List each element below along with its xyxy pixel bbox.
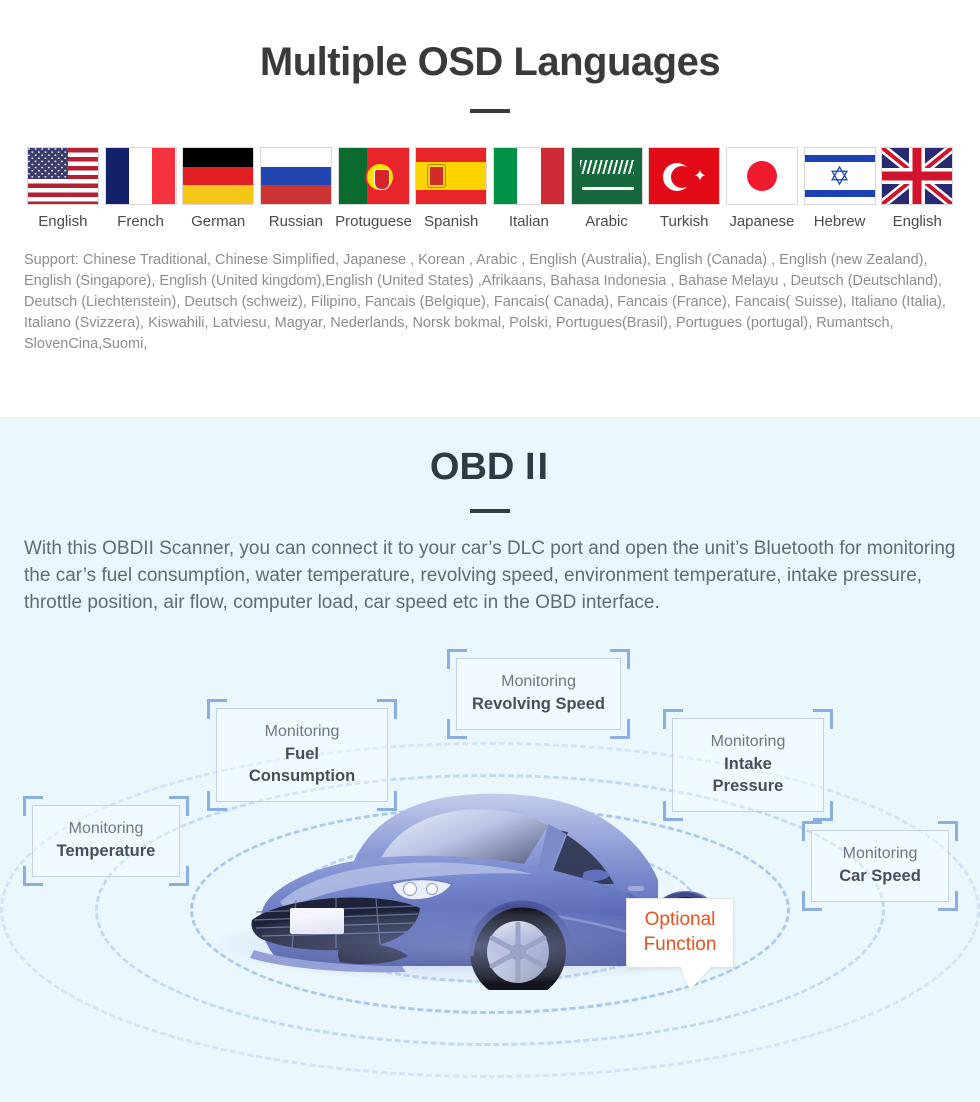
flag-it-icon xyxy=(492,147,565,205)
flag-item-french: French xyxy=(102,147,180,230)
obd-title-divider xyxy=(470,509,510,513)
flag-item-english-us: English xyxy=(24,147,102,230)
corner-bracket-icon xyxy=(610,649,630,669)
corner-bracket-icon xyxy=(207,699,227,719)
languages-section: Multiple OSD Languages English French Ge xyxy=(0,0,980,417)
callout-name: Revolving Speed xyxy=(472,695,605,713)
flag-label: Japanese xyxy=(729,213,795,230)
callout-temperature: Monitoring Temperature xyxy=(23,796,189,886)
flag-il-icon: ✡ xyxy=(803,147,876,205)
obd-title-main: OBD xyxy=(429,446,515,488)
flag-item-german: German xyxy=(179,147,257,230)
corner-bracket-icon xyxy=(23,866,43,886)
callout-name: Fuel Consumption xyxy=(248,745,356,785)
callout-name: Car Speed xyxy=(839,867,921,885)
callout-revolving-speed: Monitoring Revolving Speed xyxy=(447,649,630,739)
flag-label: English xyxy=(38,213,88,230)
flag-label: Spanish xyxy=(424,213,479,230)
corner-bracket-icon xyxy=(802,891,822,911)
flag-item-hebrew: ✡ Hebrew xyxy=(801,147,879,230)
corner-bracket-icon xyxy=(447,719,467,739)
bubble-line-2: Function xyxy=(643,934,717,955)
flag-gb-icon xyxy=(881,147,954,205)
flag-label: German xyxy=(191,213,246,230)
flag-item-english-uk: English xyxy=(878,147,956,230)
callout-name: Intake Pressure xyxy=(712,755,784,795)
flag-jp-icon xyxy=(725,147,798,205)
flag-fr-icon xyxy=(104,147,177,205)
flag-ru-icon xyxy=(259,147,332,205)
obd-description: With this OBDII Scanner, you can connect… xyxy=(24,538,956,613)
corner-bracket-icon xyxy=(813,709,833,729)
flag-item-italian: Italian xyxy=(490,147,568,230)
callout-car-speed: Monitoring Car Speed xyxy=(802,821,958,911)
corner-bracket-icon xyxy=(813,801,833,821)
callout-intake-pressure: Monitoring Intake Pressure xyxy=(663,709,833,821)
flag-item-turkish: ✦ Turkish xyxy=(645,147,723,230)
callout-prefix: Monitoring xyxy=(710,733,786,750)
flag-label: English xyxy=(892,213,942,230)
corner-bracket-icon xyxy=(447,649,467,669)
corner-bracket-icon xyxy=(938,891,958,911)
flag-label: Arabic xyxy=(585,213,628,230)
flag-label: French xyxy=(117,213,164,230)
flag-tr-icon: ✦ xyxy=(648,147,721,205)
corner-bracket-icon xyxy=(23,796,43,816)
corner-bracket-icon xyxy=(377,699,397,719)
flag-item-arabic: Arabic xyxy=(568,147,646,230)
corner-bracket-icon xyxy=(169,866,189,886)
flag-label: Hebrew xyxy=(813,213,866,230)
flag-de-icon xyxy=(182,147,255,205)
flag-label: Italian xyxy=(508,213,549,230)
flag-item-japanese: Japanese xyxy=(723,147,801,230)
corner-bracket-icon xyxy=(663,801,683,821)
flag-label: Turkish xyxy=(659,213,709,230)
callout-prefix: Monitoring xyxy=(501,673,576,690)
corner-bracket-icon xyxy=(663,709,683,729)
callout-prefix: Monitoring xyxy=(68,820,144,837)
flag-label: Protuguese xyxy=(335,213,412,230)
corner-bracket-icon xyxy=(938,821,958,841)
optional-function-bubble: Optional Function xyxy=(626,898,734,990)
obd-title-numeral: II xyxy=(524,446,551,488)
corner-bracket-icon xyxy=(802,821,822,841)
callout-fuel-consumption: Monitoring Fuel Consumption xyxy=(207,699,397,811)
flag-label: Russian xyxy=(268,213,323,230)
flag-es-icon xyxy=(415,147,488,205)
corner-bracket-icon xyxy=(207,791,227,811)
page-title: Multiple OSD Languages xyxy=(259,40,721,84)
flags-row: English French German Russian Protuguese… xyxy=(0,113,980,230)
flag-item-spanish: Spanish xyxy=(412,147,490,230)
flag-sa-icon xyxy=(570,147,643,205)
flag-item-portuguese: Protuguese xyxy=(335,147,413,230)
bubble-line-1: Optional xyxy=(644,909,716,930)
obd-title: OBD II xyxy=(0,417,980,489)
product-page: Multiple OSD Languages English French Ge xyxy=(0,0,980,1102)
corner-bracket-icon xyxy=(377,791,397,811)
supported-languages-text: Support: Chinese Traditional, Chinese Si… xyxy=(24,252,946,352)
callout-prefix: Monitoring xyxy=(842,845,918,862)
flag-item-russian: Russian xyxy=(257,147,335,230)
corner-bracket-icon xyxy=(610,719,630,739)
bubble-tail-icon xyxy=(680,966,712,990)
flag-us-icon xyxy=(26,147,99,205)
flag-pt-icon xyxy=(337,147,410,205)
callout-prefix: Monitoring xyxy=(264,723,340,740)
corner-bracket-icon xyxy=(169,796,189,816)
callout-name: Temperature xyxy=(56,842,156,860)
